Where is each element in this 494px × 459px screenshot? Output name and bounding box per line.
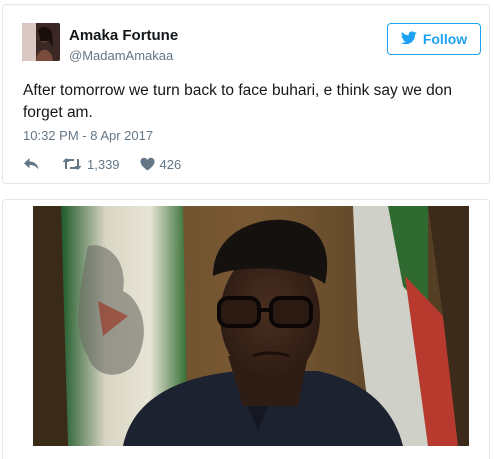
user-handle[interactable]: @MadamAmakaa	[69, 48, 173, 63]
reply-icon	[23, 157, 40, 171]
like-count: 426	[159, 156, 182, 172]
photo-card	[2, 199, 490, 459]
retweet-icon	[62, 157, 82, 171]
tweet-card: Amaka Fortune @MadamAmakaa Follow After …	[2, 4, 490, 184]
follow-label: Follow	[422, 31, 468, 47]
display-name[interactable]: Amaka Fortune	[69, 27, 178, 44]
retweet-count: 1,339	[87, 156, 120, 172]
retweet-button[interactable]: 1,339	[62, 157, 120, 172]
timestamp[interactable]: 10:32 PM - 8 Apr 2017	[23, 128, 153, 143]
tweet-text: After tomorrow we turn back to face buha…	[23, 82, 453, 121]
reply-button[interactable]	[23, 157, 40, 171]
heart-icon	[140, 157, 155, 171]
tweet-actions: 1,339 426	[23, 155, 181, 173]
follow-button[interactable]: Follow	[387, 23, 481, 55]
tweet-photo[interactable]	[33, 206, 469, 446]
like-button[interactable]: 426	[140, 156, 182, 172]
twitter-bird-icon	[400, 30, 417, 48]
avatar[interactable]	[22, 23, 60, 61]
